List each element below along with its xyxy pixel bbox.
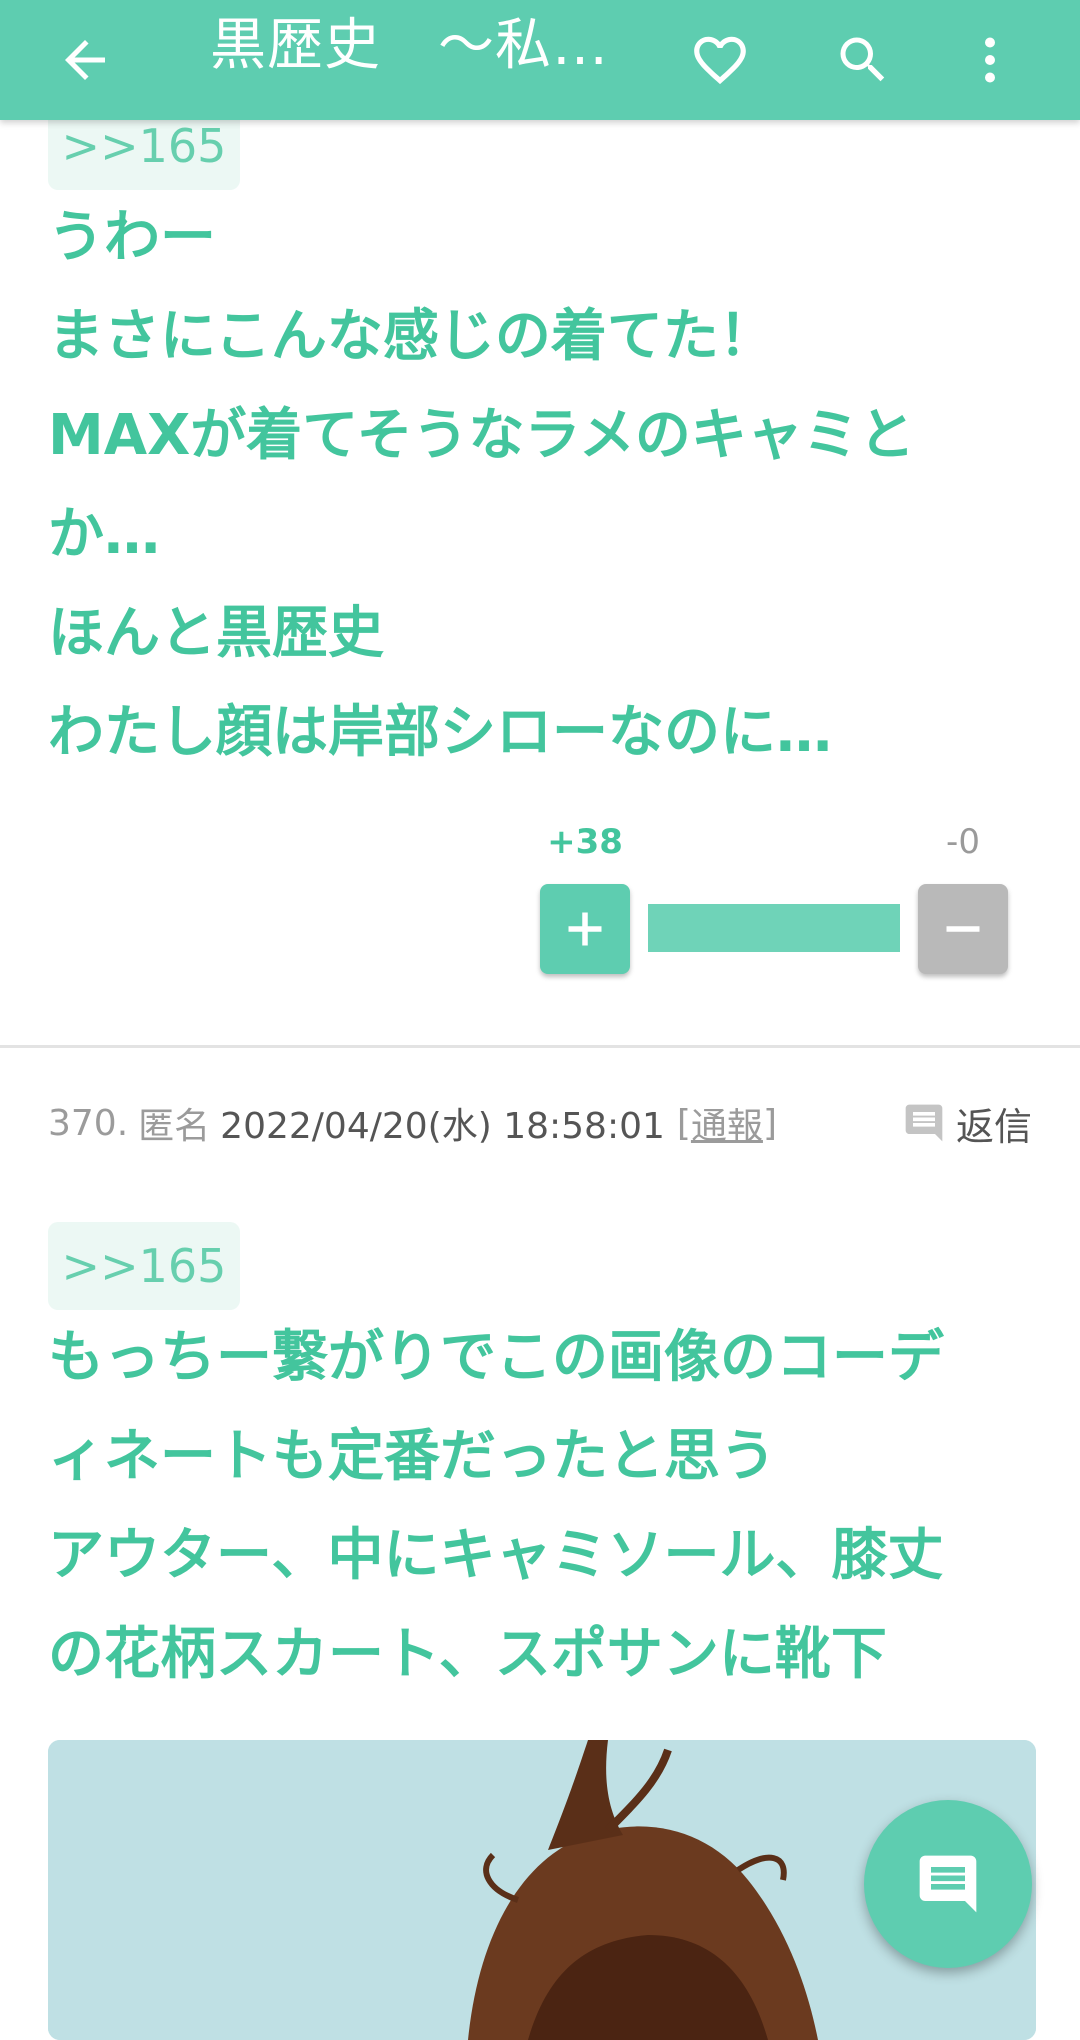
vote-ratio-bar (648, 904, 900, 952)
minus-vote-button[interactable] (918, 884, 1008, 974)
overflow-menu-button[interactable] (960, 0, 1020, 120)
vote-ratio-fill (648, 904, 900, 952)
post-author: 匿名 (138, 1106, 211, 1147)
comment-fab[interactable] (864, 1800, 1032, 1968)
arrow-left-icon (65, 40, 105, 80)
post-number: 370. (48, 1102, 129, 1144)
search-button[interactable] (818, 0, 908, 120)
minus-icon (946, 926, 980, 932)
app-bar: 黒歴史 〜私… (0, 0, 1080, 120)
post-body: うわー まさにこんな感じの着てた！ MAXが着てそうなラメのキャミと か… ほん… (48, 205, 915, 765)
reply-comment-icon (905, 1104, 943, 1142)
post-body: もっちー繋がりでこの画像のコーデ ィネートも定番だったと思う アウター、中にキャ… (48, 1325, 944, 1687)
post-meta: 370. 匿名 2022/04/20(水) 18:58:01 [ 通報 ] (48, 1096, 777, 1150)
reply-label: 返信 (955, 1104, 1032, 1149)
thread-title[interactable]: 黒歴史 〜私… (210, 0, 640, 80)
post-divider (0, 1045, 1080, 1048)
post-datetime: 2022/04/20(水) 18:58:01 (220, 1106, 665, 1147)
comment-icon (919, 1855, 977, 1913)
favorite-button[interactable] (675, 0, 765, 120)
minus-vote-count: -0 (946, 822, 980, 862)
search-icon (840, 37, 885, 82)
plus-vote-count: +38 (547, 822, 623, 862)
plus-icon (568, 912, 602, 946)
plus-vote-button[interactable] (540, 884, 630, 974)
more-vertical-icon (985, 37, 995, 83)
reply-button[interactable]: 返信 (902, 1096, 1032, 1150)
back-button[interactable] (40, 0, 130, 120)
report-link[interactable]: 通報 (691, 1097, 763, 1149)
report-bracket-open: [ (676, 1102, 691, 1144)
reply-anchor-link[interactable]: >>165 (48, 1222, 240, 1310)
heart-outline-icon (694, 36, 746, 85)
report-bracket-close: ] (762, 1102, 777, 1144)
